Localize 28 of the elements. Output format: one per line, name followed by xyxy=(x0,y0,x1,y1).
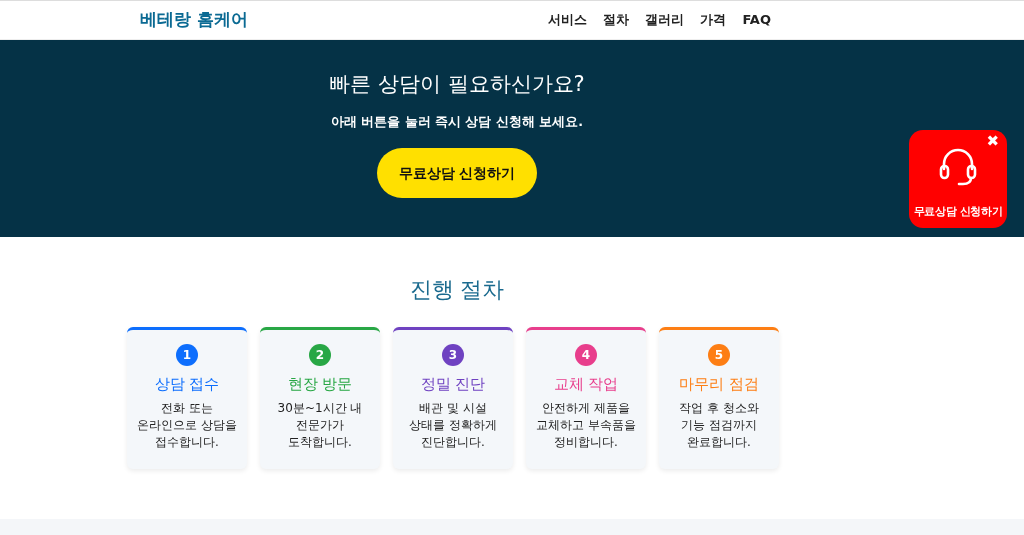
consultation-button[interactable]: 무료상담 신청하기 xyxy=(377,147,537,198)
nav-link[interactable]: 갤러리 xyxy=(645,10,685,30)
nav-link[interactable]: FAQ xyxy=(742,10,771,30)
hero-title: 빠른 상담이 필요하신가요? xyxy=(329,72,585,98)
step-description: 30분~1시간 내 전문가가 도착합니다. xyxy=(276,400,364,451)
step-title: 상담 접수 xyxy=(154,375,220,395)
floating-button-label: 무료상담 신청하기 xyxy=(913,204,1003,220)
step-description: 배관 및 시설 상태를 정확하게 진단합니다. xyxy=(408,400,498,451)
close-icon[interactable]: ✖ xyxy=(986,134,999,149)
floating-consult-button[interactable]: ✖ 무료상담 신청하기 xyxy=(909,130,1007,228)
nav-link[interactable]: 서비스 xyxy=(548,10,588,30)
step-title: 정밀 진단 xyxy=(420,375,486,395)
nav-link[interactable]: 절차 xyxy=(603,10,630,30)
step-description: 작업 후 청소와 기능 점검까지 완료합니다. xyxy=(678,400,760,451)
step-number: 3 xyxy=(442,344,464,367)
section-title: 진행 절차 xyxy=(408,277,506,304)
nav-link[interactable]: 가격 xyxy=(700,10,727,30)
step-number: 5 xyxy=(708,344,730,367)
step-title: 현장 방문 xyxy=(287,375,353,395)
step-number: 2 xyxy=(309,344,331,367)
hero-subtitle: 아래 버튼을 눌러 즉시 상담 신청해 보세요. xyxy=(331,113,583,132)
step-title: 마무리 점검 xyxy=(679,375,759,395)
step-title: 교체 작업 xyxy=(553,375,619,395)
brand-logo[interactable]: 베테랑 홈케어 xyxy=(140,7,248,33)
step-number: 1 xyxy=(176,344,198,367)
step-number: 4 xyxy=(575,344,597,367)
step-description: 안전하게 제품을 교체하고 부속품을 정비합니다. xyxy=(535,400,637,451)
step-description: 전화 또는 온라인으로 상담을 접수합니다. xyxy=(136,400,238,451)
